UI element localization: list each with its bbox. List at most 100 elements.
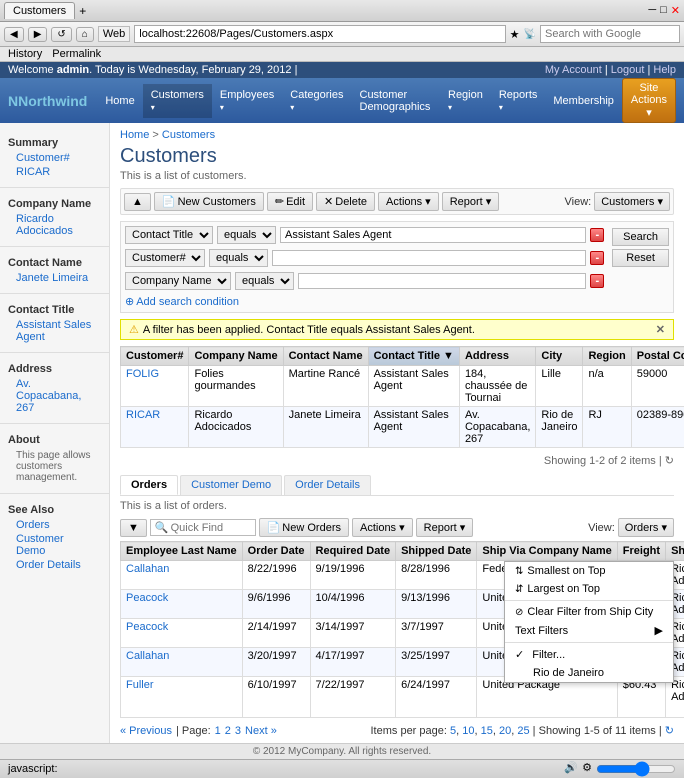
sidebar-contact-title[interactable]: Contact Name xyxy=(8,255,101,271)
speaker-icon[interactable]: 🔊 xyxy=(564,761,578,777)
edit-btn[interactable]: ✏ Edit xyxy=(267,192,313,211)
order-employee-2[interactable]: Peacock xyxy=(126,592,168,604)
nav-customers[interactable]: Customers ▾ xyxy=(143,84,212,118)
ipp-20[interactable]: 20 xyxy=(499,725,511,737)
col-required-date[interactable]: Required Date xyxy=(310,542,396,561)
reset-btn[interactable]: Reset xyxy=(612,249,669,267)
nav-home[interactable]: Home xyxy=(97,90,142,112)
col-order-date[interactable]: Order Date xyxy=(242,542,310,561)
filter-op-1[interactable]: equals xyxy=(217,226,276,244)
sidebar-company-name[interactable]: Ricardo Adocicados xyxy=(8,212,101,238)
help-link[interactable]: Help xyxy=(653,64,676,76)
minimize-btn[interactable]: ─ xyxy=(648,4,656,17)
sidebar-orders-link[interactable]: Orders xyxy=(8,518,101,532)
page-3-link[interactable]: 3 xyxy=(235,725,241,737)
sidebar-contact-name[interactable]: Janete Limeira xyxy=(8,271,101,285)
remove-filter-2[interactable]: - xyxy=(590,251,604,265)
page-1-link[interactable]: 1 xyxy=(215,725,221,737)
sidebar-order-details-link[interactable]: Order Details xyxy=(8,558,101,572)
ipp-15[interactable]: 15 xyxy=(481,725,493,737)
view-select[interactable]: Customers ▾ xyxy=(594,192,670,211)
orders-actions-btn[interactable]: Actions ▾ xyxy=(352,518,413,537)
nav-categories[interactable]: Categories ▾ xyxy=(282,84,351,118)
new-tab-btn[interactable]: + xyxy=(79,4,86,18)
sidebar-company-title[interactable]: Company Name xyxy=(8,196,101,212)
sidebar-contact-title-label[interactable]: Contact Title xyxy=(8,302,101,318)
back-btn[interactable]: ◀ xyxy=(4,27,24,42)
home-btn[interactable]: ⌂ xyxy=(76,27,94,42)
col-city[interactable]: City xyxy=(536,347,583,366)
col-company-name[interactable]: Company Name xyxy=(189,347,283,366)
star-icon[interactable]: ★ xyxy=(510,28,520,41)
order-employee-1[interactable]: Callahan xyxy=(126,563,169,575)
page-2-link[interactable]: 2 xyxy=(225,725,231,737)
filter-field-1[interactable]: Contact Title xyxy=(125,226,213,244)
orders-view-select[interactable]: Orders ▾ xyxy=(618,518,674,537)
prev-page-link[interactable]: « Previous xyxy=(120,725,172,737)
nav-employees[interactable]: Employees ▾ xyxy=(212,84,282,118)
remove-filter-3[interactable]: - xyxy=(590,274,604,288)
nav-region[interactable]: Region ▾ xyxy=(440,84,491,118)
delete-btn[interactable]: ✕ Delete xyxy=(316,192,375,211)
filter-op-3[interactable]: equals xyxy=(235,272,294,290)
reload-btn[interactable]: ↺ xyxy=(51,27,71,42)
dropdown-largest-top[interactable]: ⇵ Largest on Top xyxy=(505,580,673,598)
col-freight[interactable]: Freight xyxy=(617,542,665,561)
dropdown-text-filters[interactable]: Text Filters ▶ xyxy=(505,621,673,640)
sidebar-see-also-title[interactable]: See Also xyxy=(8,502,101,518)
add-condition[interactable]: ⊕ Add search condition xyxy=(125,295,604,308)
dropdown-filter-item[interactable]: Filter... xyxy=(505,645,673,664)
permalink-link[interactable]: Permalink xyxy=(52,48,101,60)
dropdown-smallest-top[interactable]: ⇅ Smallest on Top xyxy=(505,562,673,580)
filter-op-2[interactable]: equals xyxy=(209,249,268,267)
tab-orders[interactable]: Orders xyxy=(120,475,178,495)
order-employee-4[interactable]: Callahan xyxy=(126,650,169,662)
col-ship-via[interactable]: Ship Via Company Name xyxy=(477,542,617,561)
filter-value-2[interactable] xyxy=(272,250,586,266)
forward-btn[interactable]: ▶ xyxy=(28,27,48,42)
sidebar-about-title[interactable]: About xyxy=(8,432,101,448)
remove-filter-1[interactable]: - xyxy=(590,228,604,242)
history-link[interactable]: History xyxy=(8,48,42,60)
col-region[interactable]: Region xyxy=(583,347,631,366)
ipp-25[interactable]: 25 xyxy=(517,725,529,737)
customer-id-ricar[interactable]: RICAR xyxy=(126,409,160,421)
customers-refresh-link[interactable]: ↻ xyxy=(665,455,674,467)
report-btn[interactable]: Report ▾ xyxy=(442,192,500,211)
filter-value-1[interactable] xyxy=(280,227,586,243)
nav-membership[interactable]: Membership xyxy=(545,90,622,112)
col-ship-name[interactable]: Ship Name xyxy=(666,542,684,561)
actions-btn[interactable]: Actions ▾ xyxy=(378,192,439,211)
orders-refresh-link[interactable]: ↻ xyxy=(665,725,674,737)
customer-id-folig[interactable]: FOLIG xyxy=(126,368,159,380)
sidebar-summary-title[interactable]: Summary xyxy=(8,135,101,151)
order-employee-3[interactable]: Peacock xyxy=(126,621,168,633)
filter-value-3[interactable] xyxy=(298,273,586,289)
maximize-btn[interactable]: □ xyxy=(660,4,667,17)
tab-order-details[interactable]: Order Details xyxy=(284,475,371,495)
close-btn[interactable]: ✕ xyxy=(671,4,680,17)
col-shipped-date[interactable]: Shipped Date xyxy=(396,542,477,561)
ipp-5[interactable]: 5 xyxy=(450,725,456,737)
ipp-10[interactable]: 10 xyxy=(462,725,474,737)
sidebar-address-title[interactable]: Address xyxy=(8,361,101,377)
sidebar-ricar[interactable]: RICAR xyxy=(8,165,101,179)
browser-tab[interactable]: Customers xyxy=(4,2,75,19)
breadcrumb-home[interactable]: Home xyxy=(120,129,149,141)
next-page-link[interactable]: Next » xyxy=(245,725,277,737)
logout-link[interactable]: Logout xyxy=(611,64,645,76)
col-contact-title[interactable]: Contact Title ▼ xyxy=(368,347,459,366)
sidebar-customer-hash[interactable]: Customer# xyxy=(8,151,101,165)
settings-icon[interactable]: ⚙ xyxy=(582,761,592,777)
orders-report-btn[interactable]: Report ▾ xyxy=(416,518,474,537)
search-input[interactable] xyxy=(540,25,680,43)
dropdown-rio-item[interactable]: Rio de Janeiro xyxy=(505,664,673,682)
site-actions-btn[interactable]: Site Actions ▾ xyxy=(622,78,676,123)
breadcrumb-customers[interactable]: Customers xyxy=(162,129,215,141)
search-btn[interactable]: Search xyxy=(612,228,669,246)
new-orders-btn[interactable]: 📄 New Orders xyxy=(259,518,349,537)
nav-demographics[interactable]: Customer Demographics xyxy=(352,84,441,118)
quick-find-input[interactable] xyxy=(171,522,251,534)
address-bar[interactable] xyxy=(134,25,505,43)
order-employee-5[interactable]: Fuller xyxy=(126,679,154,691)
